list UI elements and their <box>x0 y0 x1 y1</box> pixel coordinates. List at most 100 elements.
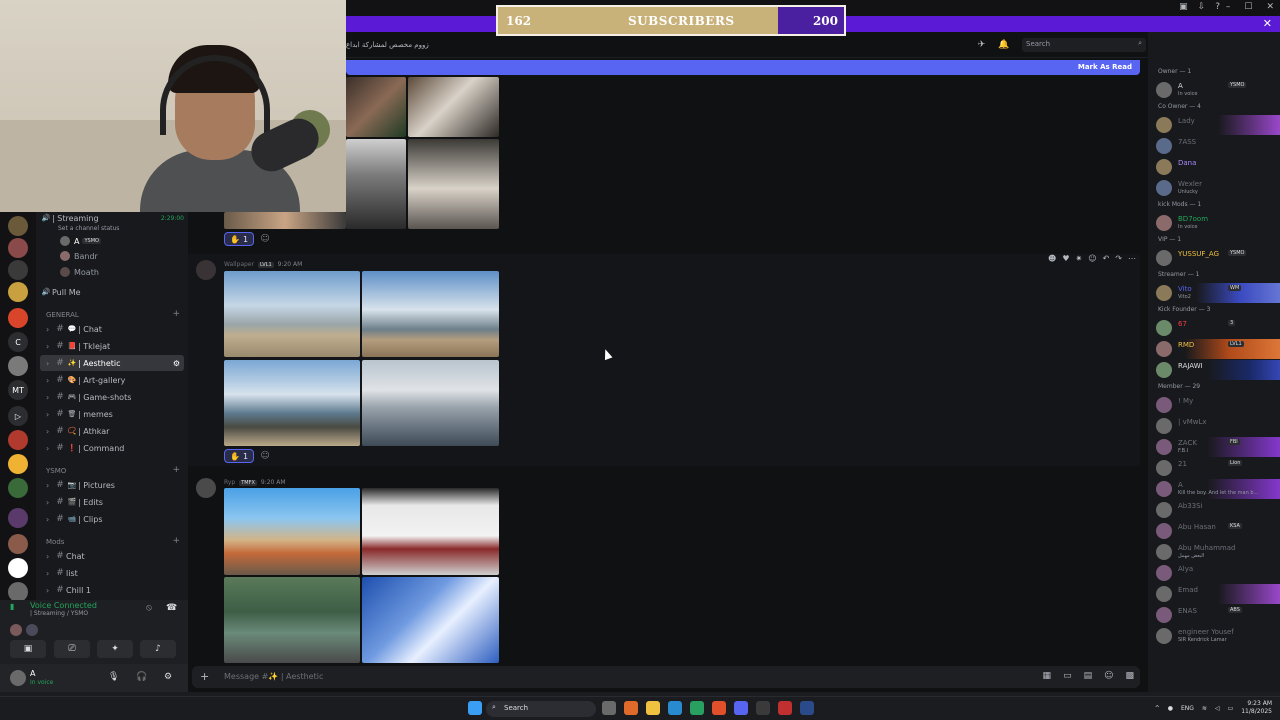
screen-share-button[interactable]: ⎚ <box>54 640 90 658</box>
server-icon[interactable] <box>8 216 28 236</box>
gift-icon[interactable]: ▦ <box>1043 671 1052 681</box>
edge-icon[interactable] <box>668 701 682 715</box>
channel-item[interactable]: › # 📕 | Tklejat <box>40 338 184 354</box>
video-thumbnail[interactable] <box>346 77 406 137</box>
headphones-icon[interactable]: 🎧 <box>136 672 147 682</box>
category-ysmo[interactable]: YSMO <box>46 467 66 475</box>
member-item[interactable]: BD7oom In voice <box>1156 213 1280 233</box>
microphone-icon[interactable]: 🎙 <box>108 672 119 682</box>
member-item[interactable]: engineer Yousef SIR Kendrick Lamar <box>1156 626 1280 646</box>
add-channel-icon[interactable]: + <box>172 465 180 475</box>
member-item[interactable]: ZACK FBI F.B.I <box>1156 437 1280 457</box>
more-icon[interactable]: ⋯ <box>1128 254 1136 263</box>
inbox-icon[interactable]: ▣ <box>1179 2 1188 12</box>
add-reaction-button[interactable]: ☺ <box>258 449 272 463</box>
message-composer[interactable]: + Message #✨ | Aesthetic ▦ ▭ ▤ ☺ ▩ <box>192 666 1140 688</box>
taskbar-search[interactable]: ⌕ Search <box>486 701 596 717</box>
server-icon[interactable]: C <box>8 332 28 352</box>
emoji-icon[interactable]: ☺ <box>1104 671 1113 681</box>
channel-item[interactable]: › # list <box>40 565 184 581</box>
wifi-icon[interactable]: ≋ <box>1202 705 1207 712</box>
channel-item[interactable]: › # ❗ | Command <box>40 440 184 456</box>
brave-icon[interactable] <box>712 701 726 715</box>
channel-item[interactable]: › # 📹 | Clips <box>40 511 184 527</box>
image-thumbnail[interactable] <box>224 212 346 229</box>
channel-item[interactable]: › # 💬 | Chat <box>40 321 184 337</box>
server-icon[interactable] <box>8 582 28 602</box>
voice-channel-pull-me[interactable]: 🔊 Pull Me <box>40 284 184 300</box>
snow-image[interactable] <box>362 577 499 663</box>
apps-icon[interactable]: ▩ <box>1125 671 1134 681</box>
mark-as-read-button[interactable]: Mark As Read <box>1078 63 1132 71</box>
channel-item[interactable]: › # 📿 | Athkar <box>40 423 184 439</box>
store-icon[interactable] <box>690 701 704 715</box>
member-item[interactable]: 21 Lion <box>1156 458 1280 478</box>
noise-suppression-icon[interactable]: ⦸ <box>146 603 152 613</box>
server-icon[interactable] <box>8 454 28 474</box>
avatar[interactable] <box>196 260 216 280</box>
member-item[interactable]: 7ASS <box>1156 136 1280 156</box>
clock[interactable]: 9:23 AM 11/8/2025 <box>1241 700 1272 716</box>
discord-icon[interactable] <box>734 701 748 715</box>
server-icon[interactable] <box>8 478 28 498</box>
activities-button[interactable]: ✦ <box>97 640 133 658</box>
member-item[interactable]: Ab33Si <box>1156 500 1280 520</box>
channel-item[interactable]: › # ✨ | Aesthetic ⚙ <box>40 355 184 371</box>
disconnect-icon[interactable]: ☎ <box>166 603 177 613</box>
maximize-button[interactable]: ☐ <box>1244 2 1252 12</box>
microphone-tray-icon[interactable]: ● <box>1168 705 1173 712</box>
sticker-icon[interactable]: ▤ <box>1084 671 1093 681</box>
valley-image[interactable] <box>224 577 360 663</box>
help-icon[interactable]: ? <box>1215 2 1220 12</box>
marina-image[interactable] <box>362 360 499 446</box>
language-indicator[interactable]: ENG <box>1181 705 1194 712</box>
channel-item[interactable]: › # 🎬 | Edits <box>40 494 184 510</box>
channel-item[interactable]: › # 🗑 | memes <box>40 406 184 422</box>
voice-user[interactable]: Moath <box>40 264 184 280</box>
member-item[interactable]: A Kill the boy. And let the man b... <box>1156 479 1280 499</box>
member-item[interactable]: A YSMO In voice <box>1156 80 1280 100</box>
forward-icon[interactable]: ↷ <box>1115 254 1122 263</box>
member-item[interactable]: Lady <box>1156 115 1280 135</box>
hall-image[interactable] <box>362 488 499 575</box>
fire-icon[interactable]: ✷ <box>1076 254 1083 263</box>
file-explorer-icon[interactable] <box>646 701 660 715</box>
gif-icon[interactable]: ▭ <box>1063 671 1072 681</box>
server-icon[interactable] <box>8 430 28 450</box>
settings-icon[interactable]: ⚙ <box>164 672 172 682</box>
steam-icon[interactable] <box>800 701 814 715</box>
member-item[interactable]: Wexler Unlucky <box>1156 178 1280 198</box>
signal-icon[interactable]: ▮ <box>10 602 14 611</box>
channel-item[interactable]: › # 🎮 | Game-shots <box>40 389 184 405</box>
app-icon[interactable] <box>624 701 638 715</box>
video-thumbnail[interactable] <box>408 139 499 229</box>
voice-detail[interactable]: | Streaming / YSMO <box>30 610 88 617</box>
server-icon[interactable] <box>8 260 28 280</box>
member-item[interactable]: Abu Hasan KSA <box>1156 521 1280 541</box>
heart-icon[interactable]: ♥ <box>1062 254 1069 263</box>
threads-icon[interactable]: ✈ <box>978 40 986 50</box>
download-icon[interactable]: ⇩ <box>1198 2 1206 12</box>
channel-item[interactable]: › # 🎨 | Art-gallery <box>40 372 184 388</box>
author-name[interactable]: Ryp <box>224 479 235 486</box>
member-item[interactable]: 67 3 <box>1156 318 1280 338</box>
video-thumbnail[interactable] <box>408 77 499 137</box>
server-icon[interactable]: MT <box>8 380 28 400</box>
add-reaction-icon[interactable]: ☺ <box>1088 254 1096 263</box>
server-icon[interactable] <box>8 558 28 578</box>
member-item[interactable]: Abu Muhammad البعض مهمل <box>1156 542 1280 562</box>
soundboard-button[interactable]: ♪ <box>140 640 176 658</box>
close-notice-button[interactable]: ✕ <box>1263 17 1272 30</box>
avatar[interactable] <box>196 478 216 498</box>
server-icon[interactable] <box>8 282 28 302</box>
task-view-icon[interactable] <box>602 701 616 715</box>
video-thumbnail[interactable] <box>346 139 406 229</box>
member-item[interactable]: Emad <box>1156 584 1280 604</box>
app-icon[interactable] <box>778 701 792 715</box>
avatar[interactable] <box>10 670 26 686</box>
member-item[interactable]: ! My <box>1156 395 1280 415</box>
minimize-button[interactable]: – <box>1226 2 1231 12</box>
reaction-pill[interactable]: ✋ 1 <box>224 449 255 463</box>
jetty-image[interactable] <box>224 360 360 446</box>
server-icon[interactable] <box>8 308 28 328</box>
